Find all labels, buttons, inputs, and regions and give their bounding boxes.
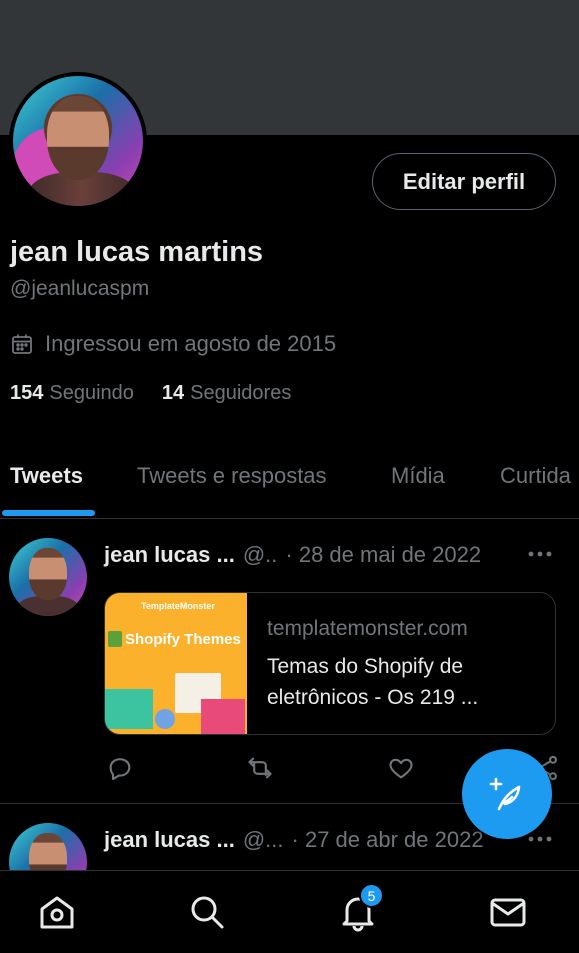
avatar-face bbox=[29, 548, 67, 600]
shopify-logo-icon bbox=[108, 631, 122, 647]
card-thumb-brand: TemplateMonster bbox=[141, 601, 215, 611]
tab-tweets[interactable]: Tweets bbox=[10, 463, 83, 489]
joined-date: Ingressou em agosto de 2015 bbox=[10, 331, 336, 357]
tweet-avatar[interactable] bbox=[9, 538, 87, 616]
tab-likes[interactable]: Curtida bbox=[500, 463, 571, 489]
bottom-navigation bbox=[0, 870, 579, 953]
card-thumbnail: TemplateMonster Shopify Themes bbox=[105, 593, 247, 734]
home-icon[interactable] bbox=[37, 892, 77, 932]
joined-text: Ingressou em agosto de 2015 bbox=[45, 331, 337, 356]
thumb-mockup bbox=[155, 709, 175, 729]
profile-handle: @jeanlucaspm bbox=[10, 277, 150, 300]
thumb-mockup bbox=[201, 699, 245, 734]
tweet-header: jean lucas ... @... · 27 de abr de 2022 bbox=[104, 827, 484, 853]
tweet-date[interactable]: · 28 de mai de 2022 bbox=[285, 542, 481, 568]
thumb-mockup bbox=[105, 689, 153, 729]
followers-count: 14 bbox=[161, 382, 185, 404]
following-label: Seguindo bbox=[49, 382, 134, 404]
tweet-author-name[interactable]: jean lucas ... bbox=[104, 827, 235, 853]
edit-profile-button[interactable]: Editar perfil bbox=[372, 153, 556, 210]
avatar-face bbox=[47, 96, 109, 180]
tab-tweets-replies[interactable]: Tweets e respostas bbox=[137, 463, 327, 489]
following-count: 154 bbox=[10, 382, 44, 404]
profile-avatar[interactable] bbox=[9, 72, 147, 210]
notifications-count-badge: 5 bbox=[359, 883, 384, 908]
active-tab-indicator bbox=[2, 510, 95, 516]
retweet-icon[interactable] bbox=[246, 754, 274, 782]
followers-label: Seguidores bbox=[190, 382, 292, 404]
like-icon[interactable] bbox=[387, 754, 415, 782]
tab-media[interactable]: Mídia bbox=[391, 463, 445, 489]
compose-tweet-button[interactable] bbox=[462, 749, 552, 839]
card-title: Temas do Shopify de eletrônicos - Os 219… bbox=[267, 655, 479, 709]
tweet-date[interactable]: · 27 de abr de 2022 bbox=[292, 827, 484, 853]
search-icon[interactable] bbox=[187, 892, 227, 932]
more-icon[interactable] bbox=[527, 544, 553, 564]
profile-tabs: Tweets Tweets e respostas Mídia Curtida bbox=[0, 440, 579, 519]
card-thumb-title: Shopify Themes bbox=[125, 631, 241, 648]
tweet-author-handle: @.. bbox=[242, 542, 278, 567]
compose-icon bbox=[489, 777, 521, 811]
calendar-icon bbox=[12, 334, 32, 354]
following-link[interactable]: 154 Seguindo bbox=[10, 382, 134, 405]
mail-icon[interactable] bbox=[488, 892, 528, 932]
reply-icon[interactable] bbox=[106, 754, 134, 782]
tweet-header: jean lucas ... @.. · 28 de mai de 2022 bbox=[104, 542, 481, 568]
card-domain: templatemonster.com bbox=[267, 617, 468, 640]
tweet-author-name[interactable]: jean lucas ... bbox=[104, 542, 235, 568]
followers-link[interactable]: 14 Seguidores bbox=[162, 382, 291, 405]
follow-stats: 154 Seguindo 14 Seguidores bbox=[10, 382, 291, 405]
tweet-author-handle: @... bbox=[242, 827, 284, 852]
link-preview-card[interactable]: TemplateMonster Shopify Themes templatem… bbox=[104, 592, 556, 735]
profile-display-name: jean lucas martins bbox=[10, 236, 264, 268]
